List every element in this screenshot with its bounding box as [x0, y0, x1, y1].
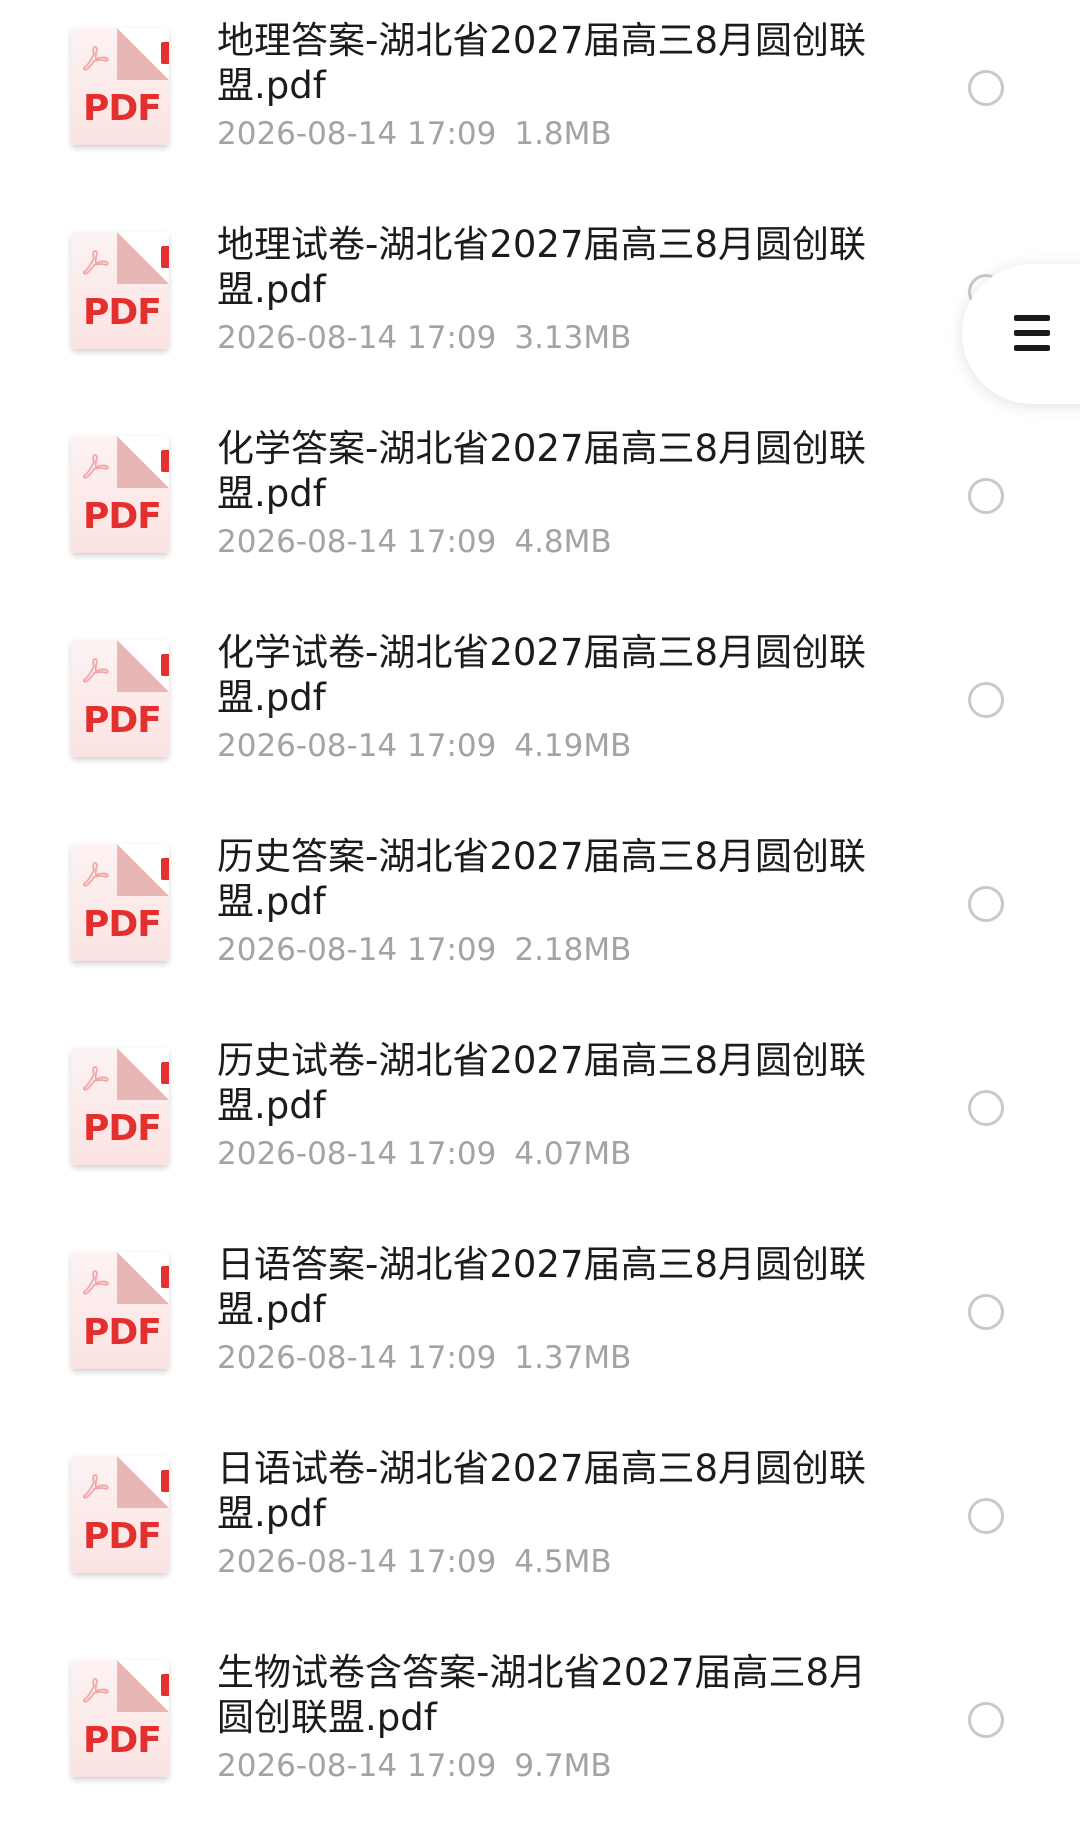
pdf-file-icon: PDF — [71, 1048, 169, 1165]
hamburger-menu-icon — [1014, 315, 1050, 351]
pdf-file-icon: PDF — [71, 232, 169, 349]
pdf-file-icon: PDF — [71, 28, 169, 145]
file-name: 历史答案-湖北省2027届高三8月圆创联盟.pdf — [217, 835, 867, 923]
file-name: 日语试卷-湖北省2027届高三8月圆创联盟.pdf — [217, 1447, 867, 1535]
acrobat-icon — [83, 250, 109, 275]
pdf-label: PDF — [83, 700, 162, 741]
acrobat-icon — [83, 454, 109, 479]
list-item[interactable]: PDF 日语试卷-湖北省2027届高三8月圆创联盟.pdf 2026-08-14… — [0, 1428, 1080, 1632]
acrobat-icon — [83, 1270, 109, 1295]
acrobat-icon — [83, 1474, 109, 1499]
file-meta: 2026-08-14 17:09 1.8MB — [217, 114, 612, 154]
pdf-tab — [161, 1266, 169, 1288]
file-size: 4.5MB — [514, 1544, 612, 1580]
pdf-tab — [161, 450, 169, 472]
pdf-tab — [161, 858, 169, 880]
acrobat-icon — [83, 46, 109, 71]
pdf-label: PDF — [83, 1720, 162, 1761]
file-meta: 2026-08-14 17:09 4.07MB — [217, 1134, 631, 1174]
file-date: 2026-08-14 17:09 — [217, 1748, 497, 1784]
file-name: 地理试卷-湖北省2027届高三8月圆创联盟.pdf — [217, 223, 867, 311]
select-radio[interactable] — [968, 1702, 1004, 1738]
file-date: 2026-08-14 17:09 — [217, 1136, 497, 1172]
pdf-file-icon: PDF — [71, 844, 169, 961]
file-meta: 2026-08-14 17:09 3.13MB — [217, 318, 631, 358]
file-size: 4.19MB — [514, 728, 632, 764]
acrobat-icon — [83, 862, 109, 887]
list-item[interactable]: PDF 地理答案-湖北省2027届高三8月圆创联盟.pdf 2026-08-14… — [0, 0, 1080, 204]
pdf-label: PDF — [83, 1108, 162, 1149]
pdf-file-icon: PDF — [71, 640, 169, 757]
select-radio[interactable] — [968, 682, 1004, 718]
pdf-tab — [161, 1470, 169, 1492]
list-item[interactable]: PDF 生物试卷含答案-湖北省2027届高三8月圆创联盟.pdf 2026-08… — [0, 1632, 1080, 1836]
pdf-label: PDF — [83, 1516, 162, 1557]
pdf-label: PDF — [83, 292, 162, 333]
file-meta: 2026-08-14 17:09 4.5MB — [217, 1542, 612, 1582]
select-radio[interactable] — [968, 886, 1004, 922]
pdf-label: PDF — [83, 88, 162, 129]
file-name: 日语答案-湖北省2027届高三8月圆创联盟.pdf — [217, 1243, 867, 1331]
file-name: 历史试卷-湖北省2027届高三8月圆创联盟.pdf — [217, 1039, 867, 1127]
file-size: 3.13MB — [514, 320, 632, 356]
select-radio[interactable] — [968, 1294, 1004, 1330]
list-item[interactable]: PDF 日语答案-湖北省2027届高三8月圆创联盟.pdf 2026-08-14… — [0, 1224, 1080, 1428]
file-meta: 2026-08-14 17:09 1.37MB — [217, 1338, 631, 1378]
file-name: 生物试卷含答案-湖北省2027届高三8月圆创联盟.pdf — [217, 1651, 867, 1739]
file-size: 2.18MB — [514, 932, 632, 968]
select-radio[interactable] — [968, 1090, 1004, 1126]
file-date: 2026-08-14 17:09 — [217, 320, 497, 356]
acrobat-icon — [83, 658, 109, 683]
file-size: 1.8MB — [514, 116, 612, 152]
file-size: 4.07MB — [514, 1136, 632, 1172]
pdf-file-icon: PDF — [71, 1456, 169, 1573]
select-radio[interactable] — [968, 478, 1004, 514]
file-meta: 2026-08-14 17:09 2.18MB — [217, 930, 631, 970]
list-item[interactable]: PDF 历史试卷-湖北省2027届高三8月圆创联盟.pdf 2026-08-14… — [0, 1020, 1080, 1224]
list-item[interactable]: PDF 化学试卷-湖北省2027届高三8月圆创联盟.pdf 2026-08-14… — [0, 612, 1080, 816]
acrobat-icon — [83, 1066, 109, 1091]
file-date: 2026-08-14 17:09 — [217, 728, 497, 764]
file-name: 化学试卷-湖北省2027届高三8月圆创联盟.pdf — [217, 631, 867, 719]
file-date: 2026-08-14 17:09 — [217, 932, 497, 968]
pdf-tab — [161, 42, 169, 64]
pdf-tab — [161, 1674, 169, 1696]
select-radio[interactable] — [968, 70, 1004, 106]
pdf-tab — [161, 1062, 169, 1084]
file-name: 地理答案-湖北省2027届高三8月圆创联盟.pdf — [217, 19, 867, 107]
list-item[interactable]: PDF 地理试卷-湖北省2027届高三8月圆创联盟.pdf 2026-08-14… — [0, 204, 1080, 408]
file-date: 2026-08-14 17:09 — [217, 1340, 497, 1376]
acrobat-icon — [83, 1678, 109, 1703]
list-item[interactable]: PDF 历史答案-湖北省2027届高三8月圆创联盟.pdf 2026-08-14… — [0, 816, 1080, 1020]
pdf-file-icon: PDF — [71, 436, 169, 553]
pdf-tab — [161, 654, 169, 676]
file-size: 9.7MB — [514, 1748, 612, 1784]
pdf-label: PDF — [83, 1312, 162, 1353]
pdf-file-icon: PDF — [71, 1660, 169, 1777]
file-name: 化学答案-湖北省2027届高三8月圆创联盟.pdf — [217, 427, 867, 515]
file-list: PDF 地理答案-湖北省2027届高三8月圆创联盟.pdf 2026-08-14… — [0, 0, 1080, 1826]
select-radio[interactable] — [968, 1498, 1004, 1534]
pdf-tab — [161, 246, 169, 268]
pdf-label: PDF — [83, 496, 162, 537]
file-size: 4.8MB — [514, 524, 612, 560]
pdf-file-icon: PDF — [71, 1252, 169, 1369]
list-item[interactable]: PDF 化学答案-湖北省2027届高三8月圆创联盟.pdf 2026-08-14… — [0, 408, 1080, 612]
file-meta: 2026-08-14 17:09 9.7MB — [217, 1746, 612, 1786]
file-meta: 2026-08-14 17:09 4.8MB — [217, 522, 612, 562]
file-date: 2026-08-14 17:09 — [217, 116, 497, 152]
file-meta: 2026-08-14 17:09 4.19MB — [217, 726, 631, 766]
file-date: 2026-08-14 17:09 — [217, 524, 497, 560]
file-date: 2026-08-14 17:09 — [217, 1544, 497, 1580]
file-size: 1.37MB — [514, 1340, 632, 1376]
pdf-label: PDF — [83, 904, 162, 945]
